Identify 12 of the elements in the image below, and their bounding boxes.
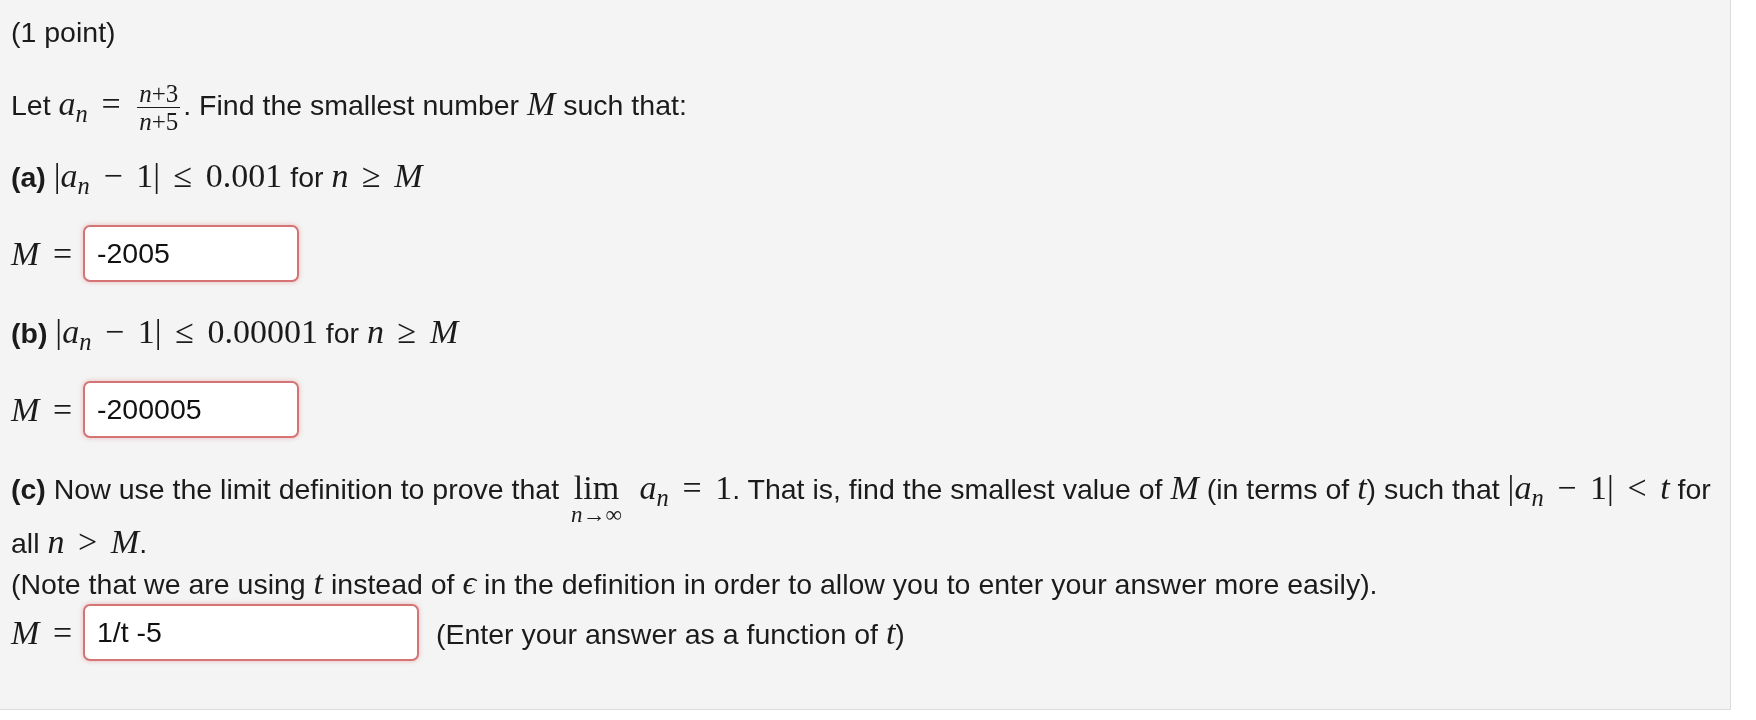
- part-note: (Note that we are using t instead of ϵ in the definition in order to allow you to enter your answer more easily).: [11, 563, 1379, 603]
- answer-field[interactable]: 1/t -5: [83, 604, 419, 661]
- answer-hint: (Enter your answer as a function of t): [436, 613, 905, 652]
- points-label: (1 point): [11, 15, 117, 50]
- answer-label: M =: [11, 234, 74, 273]
- part-question: (c) Now use the limit definition to prove that lim n→∞ a$_{n}$ = 1. That is, find the smallest value of M (in terms of t) such that |a$_{n}$ − 1| < t for all n > M.: [11, 468, 1712, 562]
- answer-field[interactable]: -2005: [83, 225, 299, 282]
- answer-label: M =: [11, 613, 74, 652]
- part-question: (b) |a$_{n}$ − 1| ≤ 0.00001 for n ≥ M: [11, 312, 461, 353]
- part-question: (a) |a$_{n}$ − 1| ≤ 0.001 for n ≥ M: [11, 156, 425, 197]
- answer-field[interactable]: -200005: [83, 381, 299, 438]
- answer-label: M =: [11, 390, 74, 429]
